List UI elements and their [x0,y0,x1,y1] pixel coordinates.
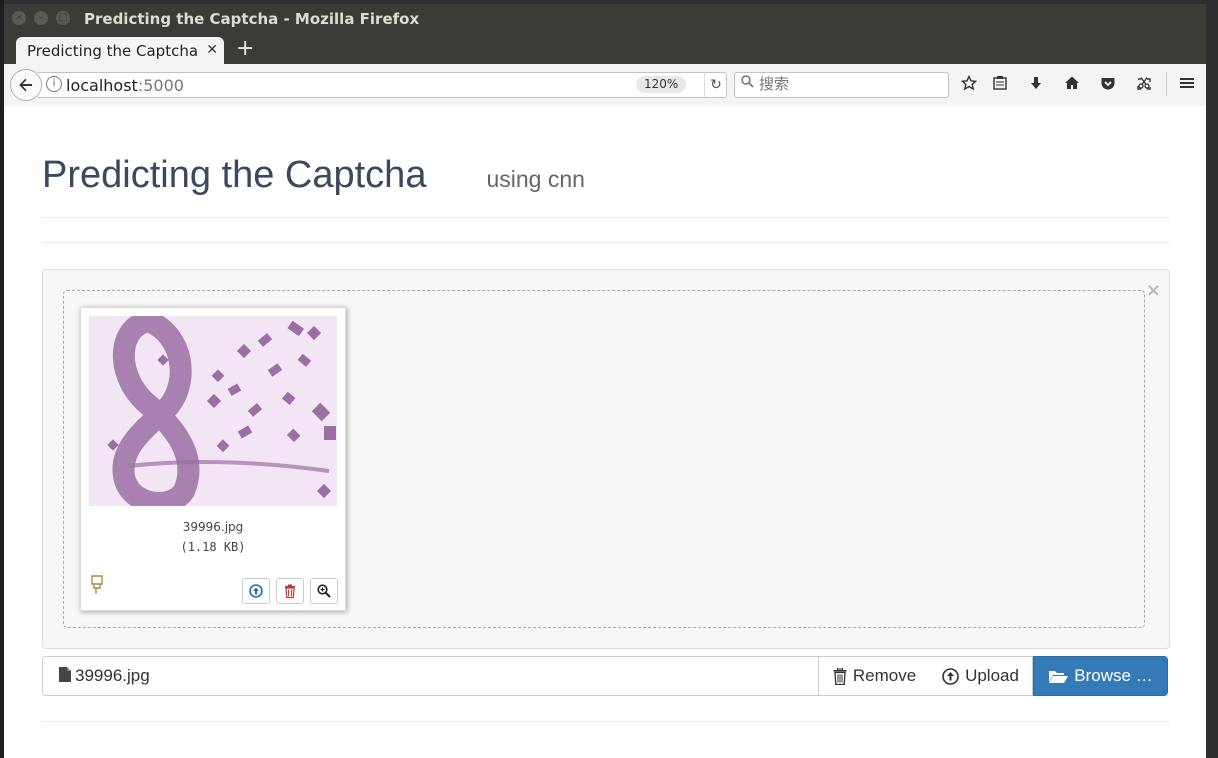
window-maximize-icon[interactable]: □ [56,11,70,25]
folder-open-icon [1048,669,1069,684]
upload-circle-icon [942,667,959,685]
window-title: Predicting the Captcha - Mozilla Firefox [84,10,420,28]
tab-label: Predicting the Captcha [27,41,199,60]
section-divider [42,242,1170,243]
window-minimize-icon[interactable]: – [34,11,48,25]
remove-label: Remove [852,666,917,685]
search-icon [741,75,754,92]
reading-list-icon[interactable] [990,75,1010,95]
preview-file-size: (1.18 KB) [180,540,246,554]
header-divider [42,217,1170,218]
url-text: localhost:5000 [66,76,184,95]
file-icon [59,667,71,682]
search-bar[interactable] [734,72,949,98]
remove-button[interactable]: Remove [818,656,931,696]
file-preview-panel: × 39996.jpg (1.18 KB) [42,269,1170,649]
window-close-icon[interactable]: × [12,11,26,25]
file-drop-zone[interactable]: 39996.jpg (1.18 KB) [63,290,1145,628]
captcha-preview-image [89,316,337,506]
zoom-file-button[interactable] [310,578,338,604]
tab-strip: Predicting the Captcha ✕ + [4,34,1206,64]
url-host: localhost [66,76,138,95]
navigation-toolbar: i localhost:5000 120% ↻ [4,64,1206,107]
upload-label: Upload [965,666,1019,685]
url-bar[interactable]: i localhost:5000 120% ↻ [38,72,727,98]
upload-file-button[interactable] [242,578,270,604]
screenshot-icon[interactable] [1134,75,1154,95]
file-caption[interactable]: 39996.jpg [42,656,820,696]
tab-active[interactable]: Predicting the Captcha ✕ [16,37,224,64]
zoom-in-icon [317,584,331,598]
file-input-group: 39996.jpg Remove Upload Browse … [42,656,1168,696]
pocket-icon[interactable] [1098,75,1118,95]
home-icon[interactable] [1062,75,1082,95]
tab-close-icon[interactable]: ✕ [206,42,218,58]
preview-file-name: 39996.jpg [182,520,244,534]
window-titlebar: × – □ Predicting the Captcha - Mozilla F… [4,4,1206,34]
preview-close-icon[interactable]: × [1146,280,1161,301]
page-content: Predicting the Captcha using cnn × 39996… [4,106,1206,758]
trash-icon [833,667,847,685]
download-icon[interactable] [1026,75,1046,95]
reload-icon[interactable]: ↻ [704,73,727,97]
back-arrow-icon [19,78,32,92]
page-header: Predicting the Captcha using cnn [42,154,585,197]
back-button[interactable] [10,69,42,101]
trash-icon [285,584,295,598]
zoom-level-badge[interactable]: 120% [636,76,687,93]
remove-file-button[interactable] [276,578,304,604]
search-input[interactable] [759,75,939,93]
browse-button[interactable]: Browse … [1033,656,1168,696]
browse-label: Browse … [1074,666,1153,685]
url-port: :5000 [137,76,184,95]
footer-divider [42,721,1170,722]
upload-circle-icon [249,584,263,598]
firefox-window: × – □ Predicting the Captcha - Mozilla F… [4,4,1206,758]
page-title: Predicting the Captcha [42,154,427,196]
new-tab-icon[interactable]: + [236,36,254,61]
drag-handle-icon[interactable] [89,574,107,596]
hamburger-menu-icon[interactable] [1177,75,1197,95]
bookmark-star-icon[interactable] [959,74,979,95]
info-icon[interactable]: i [46,76,62,92]
file-caption-text: 39996.jpg [75,666,150,685]
file-preview-thumbnail: 39996.jpg (1.18 KB) [80,307,346,611]
upload-button[interactable]: Upload [929,656,1033,696]
toolbar-separator [1166,72,1167,96]
page-subtitle: using cnn [486,166,585,192]
